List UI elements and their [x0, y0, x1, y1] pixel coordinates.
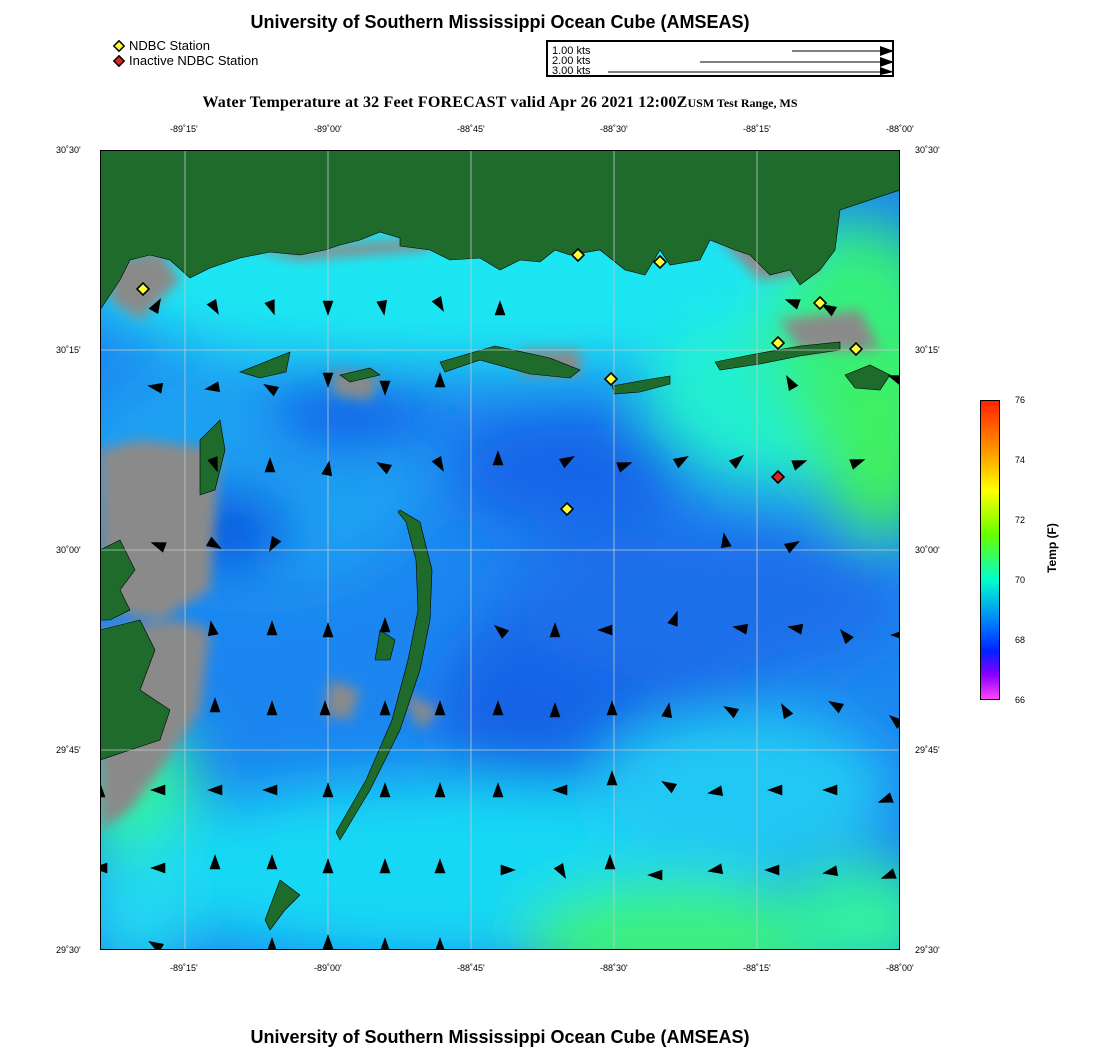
lon-tick-top: -88˚45' [457, 124, 485, 134]
legend-inactive-label: Inactive NDBC Station [129, 53, 259, 68]
lat-tick-right: 30˚30' [915, 145, 940, 155]
lon-tick-bottom: -89˚15' [170, 963, 198, 973]
lon-tick-top: -89˚15' [170, 124, 198, 134]
lat-tick-left: 30˚00' [56, 545, 81, 555]
legend-active-label: NDBC Station [129, 38, 210, 53]
colorbar-tick: 68 [1015, 635, 1026, 645]
lat-tick-left: 29˚45' [56, 745, 81, 755]
vector-legend-arrows [608, 46, 892, 75]
lon-tick-bottom: -88˚15' [743, 963, 771, 973]
colorbar-tick: 72 [1015, 515, 1026, 525]
colorbar-tick: 70 [1015, 575, 1026, 585]
map-subtitle: Water Temperature at 32 Feet FORECAST va… [100, 94, 900, 112]
lon-tick-bottom: -88˚30' [600, 963, 628, 973]
vector-legend: 1.00 kts 2.00 kts 3.00 kts [546, 40, 894, 77]
colorbar-label: Temp (F) [1045, 523, 1059, 573]
lat-tick-left: 30˚30' [56, 145, 81, 155]
lon-tick-bottom: -88˚00' [886, 963, 914, 973]
subtitle-main: Water Temperature at 32 Feet FORECAST va… [202, 94, 688, 111]
lat-tick-right: 29˚45' [915, 745, 940, 755]
colorbar-tick: 74 [1015, 455, 1026, 465]
lat-tick-right: 30˚00' [915, 545, 940, 555]
red-diamond-icon [113, 54, 125, 67]
lon-tick-top: -88˚00' [886, 124, 914, 134]
lat-tick-right: 29˚30' [915, 945, 940, 955]
lat-tick-left: 30˚15' [56, 345, 81, 355]
lon-tick-top: -88˚30' [600, 124, 628, 134]
legend-inactive-station: Inactive NDBC Station [113, 53, 258, 68]
footer-title: University of Southern Mississippi Ocean… [250, 1027, 750, 1047]
lon-tick-bottom: -89˚00' [314, 963, 342, 973]
lat-tick-left: 29˚30' [56, 945, 81, 955]
colorbar-tick: 66 [1015, 695, 1026, 705]
lon-tick-bottom: -88˚45' [457, 963, 485, 973]
lon-tick-top: -88˚15' [743, 124, 771, 134]
lat-tick-right: 30˚15' [915, 345, 940, 355]
colorbar-tick: 76 [1015, 395, 1026, 405]
temperature-map [100, 150, 900, 950]
legend-active-station: NDBC Station [113, 38, 210, 53]
yellow-diamond-icon [113, 39, 125, 52]
page-title: University of Southern Mississippi Ocean… [250, 12, 750, 32]
lon-tick-top: -89˚00' [314, 124, 342, 134]
colorbar [980, 400, 1000, 700]
subtitle-region: USM Test Range, MS [687, 96, 798, 110]
